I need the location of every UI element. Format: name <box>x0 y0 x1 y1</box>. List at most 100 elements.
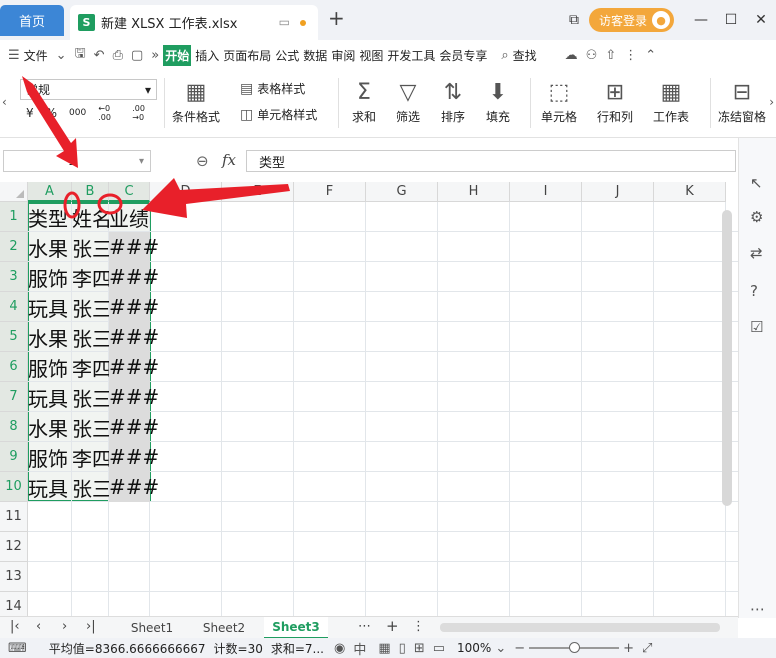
print-icon[interactable]: ⎙ <box>113 48 123 63</box>
cell-A5[interactable]: 水果 <box>28 322 72 352</box>
more-icon[interactable]: ⋯ <box>750 600 765 618</box>
row-header-8[interactable]: 8 <box>0 412 28 442</box>
zoom-slider[interactable] <box>529 642 620 653</box>
menu-review[interactable]: 审阅 <box>331 47 355 64</box>
cell-A3[interactable]: 服饰 <box>28 262 72 292</box>
row-header-10[interactable]: 10 <box>0 472 28 502</box>
row-header-5[interactable]: 5 <box>0 322 28 352</box>
cell-C5[interactable]: ### <box>109 322 159 352</box>
menu-file[interactable]: 文件 <box>24 47 48 64</box>
formula-input[interactable]: 类型 <box>246 150 736 172</box>
increase-decimal-button[interactable]: ←0 .00 <box>98 104 120 122</box>
menu-formula[interactable]: 公式 <box>275 47 299 64</box>
sheet-tab-1[interactable]: Sheet1 <box>120 617 184 639</box>
cell-A8[interactable]: 水果 <box>28 412 72 442</box>
cell-A9[interactable]: 服饰 <box>28 442 72 472</box>
cell-B9[interactable]: 李四 <box>72 442 112 472</box>
row-header-1[interactable]: 1 <box>0 202 28 232</box>
share-icon[interactable]: ⇧ <box>605 48 616 63</box>
row-header-12[interactable]: 12 <box>0 532 28 562</box>
menu-start[interactable]: 开始 <box>163 44 192 66</box>
currency-button[interactable]: ¥ <box>26 106 34 120</box>
more-icon[interactable]: » <box>151 48 159 63</box>
close-icon[interactable]: ✕ <box>746 12 776 28</box>
new-tab-button[interactable]: + <box>328 6 345 30</box>
table-style-button[interactable]: ▤ 表格样式 <box>240 80 305 97</box>
check-icon[interactable]: ☑ <box>750 318 763 336</box>
row-col-button[interactable]: ⊞ 行和列 <box>597 78 633 125</box>
monitor-icon[interactable]: ▭ <box>279 15 290 29</box>
column-header-F[interactable]: F <box>294 182 366 202</box>
maximize-icon[interactable]: ☐ <box>716 12 746 28</box>
menu-page-layout[interactable]: 页面布局 <box>223 47 271 64</box>
cell-B8[interactable]: 张三 <box>72 412 112 442</box>
file-tab[interactable]: S 新建 XLSX 工作表.xlsx ▭ <box>70 5 318 40</box>
sort-button[interactable]: ⇅ 排序 <box>441 78 465 125</box>
save-icon[interactable]: 🖫 <box>75 44 86 66</box>
cell-C3[interactable]: ### <box>109 262 159 292</box>
cell-B6[interactable]: 李四 <box>72 352 112 382</box>
row-header-6[interactable]: 6 <box>0 352 28 382</box>
cell-A1[interactable]: 类型 <box>28 202 72 232</box>
menu-developer[interactable]: 开发工具 <box>387 47 435 64</box>
row-header-4[interactable]: 4 <box>0 292 28 322</box>
row-header-11[interactable]: 11 <box>0 502 28 532</box>
cell-C1[interactable]: 业绩 <box>109 202 150 232</box>
column-header-J[interactable]: J <box>582 182 654 202</box>
column-header-K[interactable]: K <box>654 182 726 202</box>
row-header-2[interactable]: 2 <box>0 232 28 262</box>
row-header-14[interactable]: 14 <box>0 592 28 616</box>
menu-insert[interactable]: 插入 <box>195 47 219 64</box>
horizontal-scrollbar[interactable] <box>440 623 720 632</box>
more-options-icon[interactable]: ⋮ <box>412 619 425 634</box>
cloud-icon[interactable]: ☁ <box>565 48 578 63</box>
chevron-down-icon[interactable]: ⌄ <box>56 48 67 63</box>
row-header-9[interactable]: 9 <box>0 442 28 472</box>
cell-C10[interactable]: ### <box>109 472 159 502</box>
column-header-E[interactable]: E <box>222 182 294 202</box>
name-box[interactable]: 1 ▾ <box>3 150 151 172</box>
menu-data[interactable]: 数据 <box>303 47 327 64</box>
prev-sheet-icon[interactable]: ‹ <box>36 619 41 634</box>
row-header-7[interactable]: 7 <box>0 382 28 412</box>
vertical-scrollbar[interactable] <box>722 210 732 506</box>
sum-button[interactable]: Σ 求和 <box>352 78 376 125</box>
fill-button[interactable]: ⬇ 填充 <box>486 78 510 125</box>
search-label[interactable]: 查找 <box>513 47 537 64</box>
cell-button[interactable]: ⬚ 单元格 <box>541 78 577 125</box>
more-sheets-icon[interactable]: ⋯ <box>358 619 371 634</box>
zoom-out-icon[interactable]: − <box>514 641 525 656</box>
cell-A7[interactable]: 玩具 <box>28 382 72 412</box>
row-header-13[interactable]: 13 <box>0 562 28 592</box>
spreadsheet-grid[interactable]: A B C D E F G H I J K 1 2 3 4 5 6 7 8 9 10 11 12 13 14 类型 姓名 业绩 水果 张三… <box>0 182 738 616</box>
next-sheet-icon[interactable]: › <box>62 619 67 634</box>
home-tab[interactable]: 首页 <box>0 5 64 36</box>
cell-A6[interactable]: 服饰 <box>28 352 72 382</box>
minimize-icon[interactable]: — <box>686 12 716 28</box>
cell-B5[interactable]: 张三 <box>72 322 112 352</box>
normal-view-icon[interactable]: ▦ <box>378 641 390 656</box>
add-sheet-icon[interactable]: + <box>386 617 399 635</box>
collapse-icon[interactable]: ⌃ <box>645 48 656 63</box>
cell-C9[interactable]: ### <box>109 442 159 472</box>
cell-C7[interactable]: ### <box>109 382 159 412</box>
ribbon-left-icon[interactable]: ‹ <box>2 95 7 109</box>
guest-login-button[interactable]: 访客登录 ● <box>588 8 674 32</box>
read-view-icon[interactable]: ▭ <box>433 641 445 656</box>
cell-B3[interactable]: 李四 <box>72 262 112 292</box>
worksheet-button[interactable]: ▦ 工作表 <box>653 78 689 125</box>
column-header-I[interactable]: I <box>510 182 582 202</box>
cell-A4[interactable]: 玩具 <box>28 292 72 322</box>
fullscreen-icon[interactable]: ⤢ <box>642 641 652 656</box>
cell-C6[interactable]: ### <box>109 352 159 382</box>
column-header-D[interactable]: D <box>150 182 222 202</box>
select-all-button[interactable] <box>0 182 28 202</box>
column-header-A[interactable]: A <box>28 182 72 202</box>
freeze-button[interactable]: ⊟ 冻结窗格 <box>718 78 766 125</box>
hamburger-icon[interactable]: ☰ <box>8 48 20 63</box>
preview-icon[interactable]: ▢ <box>131 48 143 63</box>
thousands-button[interactable]: 000 <box>69 108 86 118</box>
row-header-3[interactable]: 3 <box>0 262 28 292</box>
first-sheet-icon[interactable]: |‹ <box>10 619 20 634</box>
column-header-G[interactable]: G <box>366 182 438 202</box>
